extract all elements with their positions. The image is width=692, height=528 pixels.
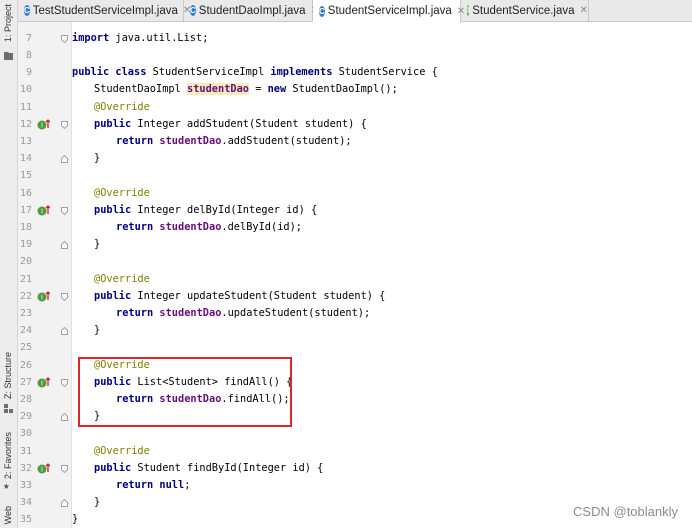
- editor-gutter[interactable]: 7 8 9 10 11 12 13 14 15 16 17 18 19 20 2…: [18, 22, 72, 528]
- line-number: 27: [19, 377, 32, 388]
- line-number: 10: [19, 84, 32, 95]
- line-number: 32: [19, 463, 32, 474]
- line-number: 14: [19, 153, 32, 164]
- tool-window-strip: 1: Project Z: Structure 2: Favorites ★ W…: [0, 0, 18, 528]
- code-line-17: public Integer delById(Integer id) {: [94, 204, 318, 216]
- tab-student-dao-impl[interactable]: C StudentDaoImpl.java ✕: [184, 0, 319, 21]
- fold-marker-icon[interactable]: [61, 35, 68, 43]
- code-line-29: }: [94, 410, 101, 422]
- class-icon: C: [190, 5, 196, 16]
- code-editor[interactable]: import java.util.List; public class Stud…: [72, 22, 692, 528]
- code-line-34: }: [94, 496, 101, 508]
- editor-tab-bar: C TestStudentServiceImpl.java ✕ C Studen…: [18, 0, 692, 22]
- fold-marker-icon[interactable]: [61, 207, 68, 215]
- line-number: 21: [19, 274, 32, 285]
- code-line-11: @Override: [94, 101, 150, 113]
- line-number: 31: [19, 446, 32, 457]
- code-line-19: }: [94, 238, 101, 250]
- line-number: 34: [19, 497, 32, 508]
- code-line-12: public Integer addStudent(Student studen…: [94, 118, 367, 130]
- tab-test-student-service-impl[interactable]: C TestStudentServiceImpl.java ✕: [18, 0, 191, 21]
- code-line-14: }: [94, 152, 101, 164]
- tab-student-service[interactable]: I StudentService.java ✕: [461, 0, 589, 21]
- implements-method-icon[interactable]: I: [37, 205, 50, 216]
- code-line-13: return studentDao.addStudent(student);: [116, 135, 352, 147]
- code-line-16: @Override: [94, 187, 150, 199]
- fold-marker-icon[interactable]: [61, 499, 68, 507]
- line-number: 28: [19, 394, 32, 405]
- svg-text:I: I: [41, 123, 43, 130]
- fold-marker-icon[interactable]: [61, 155, 68, 163]
- line-number: 35: [19, 514, 32, 525]
- implements-method-icon[interactable]: I: [37, 291, 50, 302]
- line-number: 26: [19, 360, 32, 371]
- tab-label: StudentDaoImpl.java: [198, 4, 306, 17]
- fold-marker-icon[interactable]: [61, 121, 68, 129]
- class-icon: C: [319, 5, 325, 17]
- line-number: 12: [19, 119, 32, 130]
- svg-text:I: I: [41, 209, 43, 216]
- code-line-9: public class StudentServiceImpl implemen…: [72, 66, 438, 78]
- line-number: 15: [19, 170, 32, 181]
- folder-icon[interactable]: [3, 50, 14, 61]
- implements-method-icon[interactable]: I: [37, 377, 50, 388]
- code-line-23: return studentDao.updateStudent(student)…: [116, 307, 371, 319]
- line-number: 16: [19, 188, 32, 199]
- code-line-10: StudentDaoImpl studentDao = new StudentD…: [94, 83, 398, 95]
- line-number: 25: [19, 342, 32, 353]
- line-number: 30: [19, 428, 32, 439]
- web-tool-window-button[interactable]: Web: [1, 506, 16, 524]
- line-number: 29: [19, 411, 32, 422]
- line-number: 17: [19, 205, 32, 216]
- code-line-21: @Override: [94, 273, 150, 285]
- close-icon[interactable]: ✕: [580, 5, 588, 16]
- code-line-27: public List<Student> findAll() {: [94, 376, 293, 388]
- structure-tool-window-button[interactable]: Z: Structure: [1, 352, 16, 399]
- code-line-24: }: [94, 324, 101, 336]
- line-number: 7: [25, 33, 32, 44]
- line-number: 19: [19, 239, 32, 250]
- project-tool-window-button[interactable]: 1: Project: [1, 4, 16, 42]
- favorites-tool-window-button[interactable]: 2: Favorites: [1, 432, 16, 479]
- line-number: 18: [19, 222, 32, 233]
- line-number: 9: [25, 67, 32, 78]
- code-line-26: @Override: [94, 359, 150, 371]
- fold-marker-icon[interactable]: [61, 327, 68, 335]
- fold-marker-icon[interactable]: [61, 465, 68, 473]
- svg-text:I: I: [41, 467, 43, 474]
- code-line-22: public Integer updateStudent(Student stu…: [94, 290, 386, 302]
- code-line-33: return null;: [116, 479, 191, 491]
- star-icon[interactable]: ★: [3, 479, 10, 492]
- line-number: 24: [19, 325, 32, 336]
- line-number: 23: [19, 308, 32, 319]
- tab-label: TestStudentServiceImpl.java: [32, 4, 178, 17]
- fold-marker-icon[interactable]: [61, 241, 68, 249]
- svg-text:I: I: [41, 381, 43, 388]
- structure-icon[interactable]: [3, 403, 14, 414]
- implements-method-icon[interactable]: I: [37, 119, 50, 130]
- line-number: 22: [19, 291, 32, 302]
- interface-icon: I: [467, 5, 470, 16]
- code-line-31: @Override: [94, 445, 150, 457]
- class-icon: C: [24, 5, 30, 16]
- fold-marker-icon[interactable]: [61, 293, 68, 301]
- code-line-32: public Student findById(Integer id) {: [94, 462, 324, 474]
- tab-label: StudentService.java: [472, 4, 575, 17]
- code-line-7: import java.util.List;: [72, 32, 209, 44]
- line-number: 11: [19, 102, 32, 113]
- line-number: 8: [25, 50, 32, 61]
- code-line-28: return studentDao.findAll();: [116, 393, 290, 405]
- code-line-18: return studentDao.delById(id);: [116, 221, 302, 233]
- line-number: 20: [19, 256, 32, 267]
- tab-label: StudentServiceImpl.java: [327, 5, 452, 17]
- line-number: 33: [19, 480, 32, 491]
- code-line-35: }: [72, 513, 79, 525]
- watermark: CSDN @toblankly: [573, 504, 678, 519]
- line-number: 13: [19, 136, 32, 147]
- fold-marker-icon[interactable]: [61, 379, 68, 387]
- tab-student-service-impl[interactable]: C StudentServiceImpl.java ✕: [313, 0, 465, 22]
- fold-marker-icon[interactable]: [61, 413, 68, 421]
- implements-method-icon[interactable]: I: [37, 463, 50, 474]
- svg-text:I: I: [41, 295, 43, 302]
